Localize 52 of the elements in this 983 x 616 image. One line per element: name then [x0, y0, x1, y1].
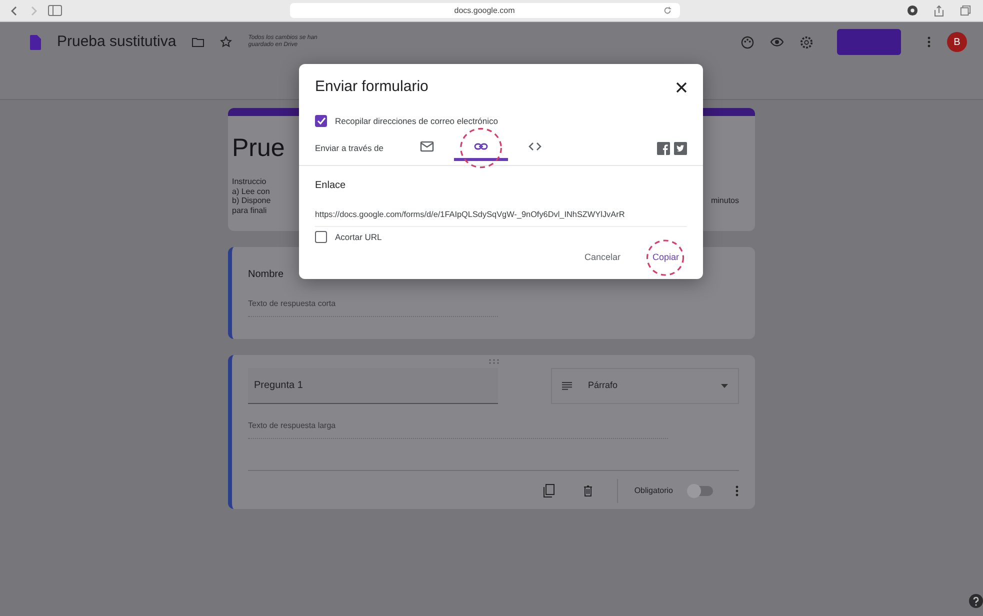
answer-hint: Texto de respuesta larga [248, 420, 668, 440]
settings-icon[interactable] [800, 36, 813, 48]
send-via-label: Enviar a través de [315, 142, 384, 155]
caret-icon [721, 384, 728, 388]
form-title-text: Prue [232, 136, 285, 161]
form-icon[interactable] [30, 34, 41, 50]
twitter-icon[interactable] [674, 142, 687, 155]
link-url[interactable]: https://docs.google.com/forms/d/e/1FAIpQLSdySqVgW-_9nOfy6Dvl_INhSZWYlJvArR [315, 209, 687, 227]
drag-handle-icon[interactable] [488, 359, 500, 364]
description-text: b) Dispone [232, 196, 271, 206]
description-text: a) Lee con [232, 186, 270, 196]
cancel-button[interactable]: Cancelar [576, 247, 628, 269]
close-icon[interactable] [676, 82, 687, 93]
link-heading: Enlace [315, 179, 347, 194]
help-icon[interactable] [969, 594, 983, 608]
copy-button[interactable]: Copiar [644, 247, 687, 269]
reload-icon[interactable] [662, 6, 672, 15]
eye-icon[interactable] [770, 37, 784, 47]
paragraph-icon [562, 382, 572, 390]
required-label: Obligatorio [634, 485, 673, 498]
question-title-field[interactable]: Pregunta 1 [248, 368, 498, 404]
more-icon[interactable] [927, 36, 931, 48]
question-card[interactable]: Pregunta 1 Párrafo Texto de respuesta larga Obligatorio [228, 355, 755, 510]
more-icon[interactable] [735, 485, 739, 498]
checkbox-label: Acortar URL [335, 230, 382, 244]
description-text: minutos [710, 196, 739, 206]
answer-hint: Texto de respuesta corta [248, 298, 498, 318]
star-icon[interactable] [220, 36, 232, 48]
account-avatar[interactable]: B [947, 32, 967, 52]
description-text: para finali [232, 206, 267, 216]
facebook-icon[interactable] [657, 142, 670, 155]
form-title[interactable]: Prueba sustitutiva [57, 30, 176, 54]
address-text: docs.google.com [454, 4, 515, 16]
palette-icon[interactable] [741, 36, 754, 48]
delete-icon[interactable] [583, 485, 594, 498]
checkbox[interactable] [315, 114, 327, 127]
question-title: Nombre [248, 268, 284, 282]
question-type-label: Párrafo [588, 379, 619, 392]
email-icon [420, 140, 434, 154]
dialog-title: Enviar formulario [315, 77, 428, 97]
checkbox[interactable] [315, 230, 327, 243]
share-icon[interactable] [934, 4, 944, 16]
address-bar[interactable]: docs.google.com [290, 3, 680, 18]
question-type-dropdown[interactable]: Párrafo [551, 368, 739, 404]
tabs-icon[interactable] [960, 5, 971, 16]
folder-icon[interactable] [192, 37, 204, 47]
extension-icon[interactable] [907, 5, 918, 16]
description-text: Instruccio [232, 177, 266, 187]
duplicate-icon[interactable] [543, 484, 556, 498]
sidebar-icon[interactable] [48, 5, 62, 16]
required-toggle[interactable] [689, 486, 713, 496]
checkbox-label: Recopilar direcciones de correo electrónico [335, 114, 498, 128]
